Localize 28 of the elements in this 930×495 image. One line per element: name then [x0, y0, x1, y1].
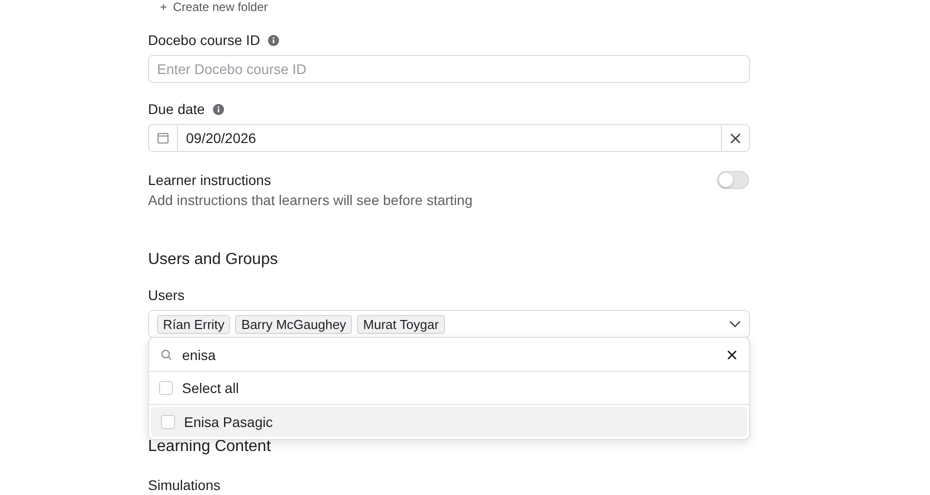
- toggle-label: Learner instructions: [148, 171, 271, 190]
- course-id-field[interactable]: Enter Docebo course ID: [148, 55, 750, 83]
- user-chip: Murat Toygar: [357, 314, 445, 334]
- create-folder-link[interactable]: + Create new folder: [160, 0, 750, 14]
- date-field[interactable]: 09/20/2026: [148, 124, 750, 152]
- dropdown-option[interactable]: Select all: [149, 372, 749, 405]
- close-icon: [730, 132, 741, 144]
- info-icon: [268, 34, 280, 46]
- checkbox[interactable]: [159, 381, 173, 395]
- checkbox[interactable]: [161, 415, 175, 429]
- close-icon: [727, 350, 737, 360]
- user-chip: Barry McGaughey: [235, 314, 352, 334]
- toggle-description: Add instructions that learners will see before starting: [148, 192, 474, 208]
- calendar-icon: [157, 132, 169, 144]
- close-button[interactable]: [727, 350, 737, 360]
- section-heading: Users and Groups: [148, 250, 279, 270]
- chevron-down-icon: [729, 320, 741, 328]
- section-heading: Learning Content: [148, 437, 272, 457]
- user-chip: Rían Errity: [157, 314, 230, 334]
- field-label: Due date: [148, 101, 205, 117]
- toggle-switch[interactable]: [717, 171, 749, 189]
- dropdown-option[interactable]: Enisa Pasagic: [151, 407, 747, 437]
- field-label: Users: [148, 287, 185, 303]
- field-label: Docebo course ID: [148, 32, 260, 48]
- field-label: Simulations: [148, 477, 220, 493]
- search-field[interactable]: enisa: [176, 346, 723, 362]
- search-icon: [161, 348, 172, 360]
- info-icon: [212, 104, 224, 114]
